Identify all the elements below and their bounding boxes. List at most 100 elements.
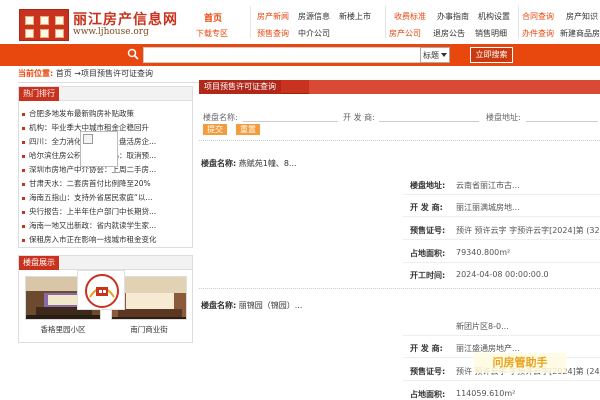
search-button[interactable]: 立即搜索 [470, 47, 513, 63]
panel-header: 热门排行 [19, 87, 192, 101]
site-logo[interactable]: 丽江房产信息网 www.ljhouse.org [19, 9, 177, 41]
logo-house-icon [19, 9, 69, 41]
nav-home[interactable]: 首页 [204, 11, 222, 24]
nav-new-launch[interactable]: 新楼上市 [339, 11, 371, 22]
nav-news[interactable]: 房产新闻 [257, 11, 289, 22]
bullet-icon [22, 126, 25, 130]
row-divider [403, 216, 600, 217]
submit-button[interactable]: 提交 [203, 124, 227, 135]
search-type-value: 标题 [423, 51, 439, 60]
nav-divider [250, 6, 251, 38]
site-url: www.ljhouse.org [73, 27, 149, 37]
nav-presale[interactable]: 预售查询 [257, 28, 289, 39]
hot-item[interactable]: 央行报告：上半年住户部门中长期贷... [22, 206, 192, 219]
area-value: 114059.610m² [456, 389, 516, 398]
property-logo [77, 270, 125, 310]
row-divider [403, 239, 600, 240]
bullet-icon [22, 210, 25, 214]
nav-new-build[interactable]: 新建商品房 [560, 28, 600, 39]
broken-image-icon [80, 131, 118, 167]
row-divider [403, 380, 600, 381]
building-name-field[interactable] [243, 112, 338, 122]
developer-value: 丽江丽满城房地... [456, 203, 520, 212]
address-field[interactable] [526, 112, 598, 122]
breadcrumb-path[interactable]: 首页 →项目预售许可证查询 [56, 69, 153, 78]
address-value: 新团片区8-0... [456, 322, 509, 331]
nav-download[interactable]: 下载专区 [196, 28, 228, 39]
presale-label: 预售证号: [410, 367, 446, 376]
hot-item[interactable]: 甘肃天水：二套房首付比例降至20% [22, 178, 192, 191]
hot-ranking-panel: 热门排行 合肥多地发布最新购房补贴政策 机构：毕业季大中城市租金企稳回升 四川：… [18, 86, 193, 248]
assistant-watermark: 问房管助手 [474, 353, 566, 373]
developer-field[interactable] [379, 112, 479, 122]
nav-fee[interactable]: 收费标准 [394, 11, 426, 22]
search-input[interactable] [143, 47, 421, 63]
breadcrumb-label: 当前位置: [18, 69, 54, 78]
start-date-value: 2024-04-08 00:00:00.0 [456, 270, 549, 279]
area-value: 79340.800m² [456, 248, 511, 257]
hot-item[interactable]: 保租房入市正在影响一线城市租金变化 [22, 234, 192, 247]
start-date-label: 开工时间: [410, 271, 446, 280]
nav-office-guide[interactable]: 办事指南 [437, 11, 469, 22]
bullet-icon [22, 224, 25, 228]
site-title: 丽江房产信息网 [73, 12, 178, 28]
form-name-label: 楼盘名称: [203, 113, 238, 122]
hot-item[interactable]: 海南五指山：支持外省居民家庭“以... [22, 192, 192, 205]
hot-item-label: 央行报告：上半年住户部门中长期贷... [29, 207, 157, 216]
presale-label: 预售证号: [410, 226, 446, 235]
panel-header: 项目预售许可证查询 [199, 80, 600, 94]
nav-agency[interactable]: 中介公司 [298, 28, 330, 39]
divider [199, 288, 600, 289]
record-name-line: 楼盘名称: 燕赋苑1幢、8... [201, 158, 297, 169]
hot-item-label: 合肥多地发布最新购房补贴政策 [29, 109, 134, 118]
showcase-caption: 香格里园小区 [40, 325, 86, 334]
nav-housing-company[interactable]: 房产公司 [389, 28, 421, 39]
row-divider [403, 262, 600, 263]
presale-query-panel: 项目预售许可证查询 楼盘名称: 开 发 商: 楼盘地址: 提交 重置 楼盘名称:… [199, 80, 600, 400]
nav-info[interactable]: 房源信息 [298, 11, 330, 22]
breadcrumb: 当前位置: 首页 →项目预售许可证查询 [18, 68, 598, 80]
bullet-icon [22, 112, 25, 116]
area-label: 占地面积: [410, 390, 446, 399]
reset-button[interactable]: 重置 [236, 124, 260, 135]
stamp-logo-icon [85, 274, 119, 308]
search-type-select[interactable]: 标题 [420, 47, 450, 63]
nav-contract-query[interactable]: 合同查询 [522, 11, 554, 22]
nav-office-query[interactable]: 办件查询 [522, 28, 554, 39]
hot-item-label: 海南五指山：支持外省居民家庭“以... [29, 193, 153, 202]
showcase-caption: 南门商业街 [130, 325, 168, 334]
nav-sales-list[interactable]: 销售明细 [475, 28, 507, 39]
developer-label: 开 发 商: [410, 203, 443, 212]
header-band [309, 80, 600, 94]
row-divider [403, 335, 600, 336]
record-name-line: 楼盘名称: 丽锦园（锦园）... [201, 300, 302, 311]
record-name[interactable]: 丽锦园（锦园）... [239, 301, 303, 310]
presale-query-title: 项目预售许可证查询 [199, 80, 281, 94]
bullet-icon [22, 140, 25, 144]
nav-knowledge[interactable]: 房产知识 [566, 11, 598, 22]
address-label: 楼盘地址: [410, 181, 446, 190]
form-developer-label: 开 发 商: [343, 113, 375, 122]
showcase-title: 楼盘展示 [19, 256, 59, 270]
panel-header: 楼盘展示 [19, 256, 192, 270]
record-name-label: 楼盘名称: [201, 159, 237, 168]
address-value: 云南省丽江市古... [456, 181, 520, 190]
search-icon [127, 48, 139, 60]
hot-item-label: 保租房入市正在影响一线城市租金变化 [29, 235, 157, 244]
hot-item[interactable]: 合肥多地发布最新购房补贴政策 [22, 108, 192, 121]
nav-divider [518, 6, 519, 38]
bullet-icon [22, 154, 25, 158]
hot-item[interactable]: 海南一地又出新政：省内就读学生家... [22, 220, 192, 233]
nav-divider [385, 6, 386, 38]
record-name-label: 楼盘名称: [201, 301, 237, 310]
nav-org-setup[interactable]: 机构设置 [478, 11, 510, 22]
form-address-label: 楼盘地址: [486, 113, 521, 122]
hot-item-label: 甘肃天水：二套房首付比例降至20% [29, 179, 151, 188]
hot-item-label: 海南一地又出新政：省内就读学生家... [29, 221, 157, 230]
area-label: 占地面积: [410, 249, 446, 258]
row-divider [403, 194, 600, 195]
site-header: 丽江房产信息网 www.ljhouse.org 首页 下载专区 房产新闻 预售查… [0, 0, 600, 44]
record-name[interactable]: 燕赋苑1幢、8... [239, 159, 297, 168]
nav-refund-notice[interactable]: 退房公告 [433, 28, 465, 39]
bullet-icon [22, 196, 25, 200]
